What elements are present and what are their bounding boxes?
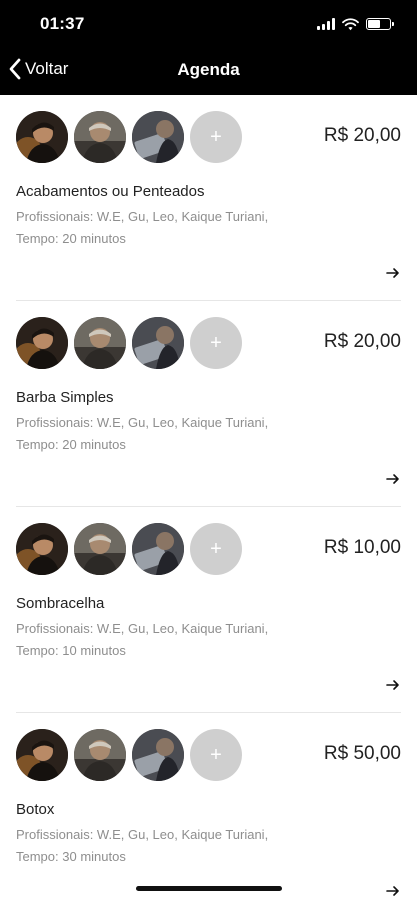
service-name: Acabamentos ou Penteados (16, 183, 205, 200)
service-time: Tempo: 30 minutos (16, 849, 126, 864)
page-title: Agenda (177, 60, 240, 79)
plus-icon: + (210, 744, 222, 766)
avatar (74, 317, 126, 369)
professional-avatars: + (16, 729, 242, 781)
more-professionals-button[interactable]: + (190, 523, 242, 575)
arrow-right-icon[interactable] (385, 265, 401, 281)
more-professionals-button[interactable]: + (190, 317, 242, 369)
service-name: Botox (16, 801, 55, 818)
professional-avatars: + (16, 111, 242, 163)
more-professionals-button[interactable]: + (190, 729, 242, 781)
service-price: R$ 20,00 (323, 331, 401, 352)
service-professionals: Profissionais: W.E, Gu, Leo, Kaique Turi… (16, 209, 269, 224)
service-professionals: Profissionais: W.E, Gu, Leo, Kaique Turi… (16, 621, 269, 636)
service-list: + R$ 20,00 Acabamentos ou Penteados Profiss… (0, 95, 417, 900)
service-card[interactable]: + R$ 20,00 Barba Simples Profissionais: W.E… (16, 301, 401, 507)
avatar (16, 729, 68, 781)
service-time: Tempo: 20 minutos (16, 231, 126, 246)
wifi-icon (342, 17, 359, 30)
avatar (132, 523, 184, 575)
avatar (74, 523, 126, 575)
service-card[interactable]: + R$ 10,00 Sombracelha Profissionais: W.E, … (16, 507, 401, 713)
service-professionals: Profissionais: W.E, Gu, Leo, Kaique Turi… (16, 827, 269, 842)
avatar (132, 317, 184, 369)
arrow-right-icon[interactable] (385, 471, 401, 487)
battery-icon (366, 18, 394, 30)
service-price: R$ 10,00 (323, 537, 401, 558)
professional-avatars: + (16, 317, 242, 369)
service-name: Sombracelha (16, 595, 105, 612)
avatar (16, 317, 68, 369)
service-time: Tempo: 10 minutos (16, 643, 126, 658)
service-price: R$ 20,00 (323, 125, 401, 146)
service-name: Barba Simples (16, 389, 114, 406)
avatar (74, 729, 126, 781)
professional-avatars: + (16, 523, 242, 575)
home-indicator (136, 886, 282, 891)
status-time: 01:37 (40, 14, 85, 33)
plus-icon: + (210, 332, 222, 354)
status-icons (317, 16, 394, 32)
arrow-right-icon[interactable] (385, 883, 401, 899)
service-time: Tempo: 20 minutos (16, 437, 126, 452)
avatar (16, 523, 68, 575)
service-price: R$ 50,00 (323, 743, 401, 764)
avatar (74, 111, 126, 163)
plus-icon: + (210, 538, 222, 560)
avatar (132, 729, 184, 781)
avatar (132, 111, 184, 163)
cellular-signal-icon (317, 18, 335, 30)
service-card[interactable]: + R$ 20,00 Acabamentos ou Penteados Profiss… (16, 95, 401, 301)
service-card[interactable]: + R$ 50,00 Botox Profissionais: W.E, Gu, Le… (16, 713, 401, 900)
more-professionals-button[interactable]: + (190, 111, 242, 163)
service-professionals: Profissionais: W.E, Gu, Leo, Kaique Turi… (16, 415, 269, 430)
plus-icon: + (210, 126, 222, 148)
avatar (16, 111, 68, 163)
arrow-right-icon[interactable] (385, 677, 401, 693)
top-bar: 01:37 Voltar Agenda (0, 0, 417, 95)
